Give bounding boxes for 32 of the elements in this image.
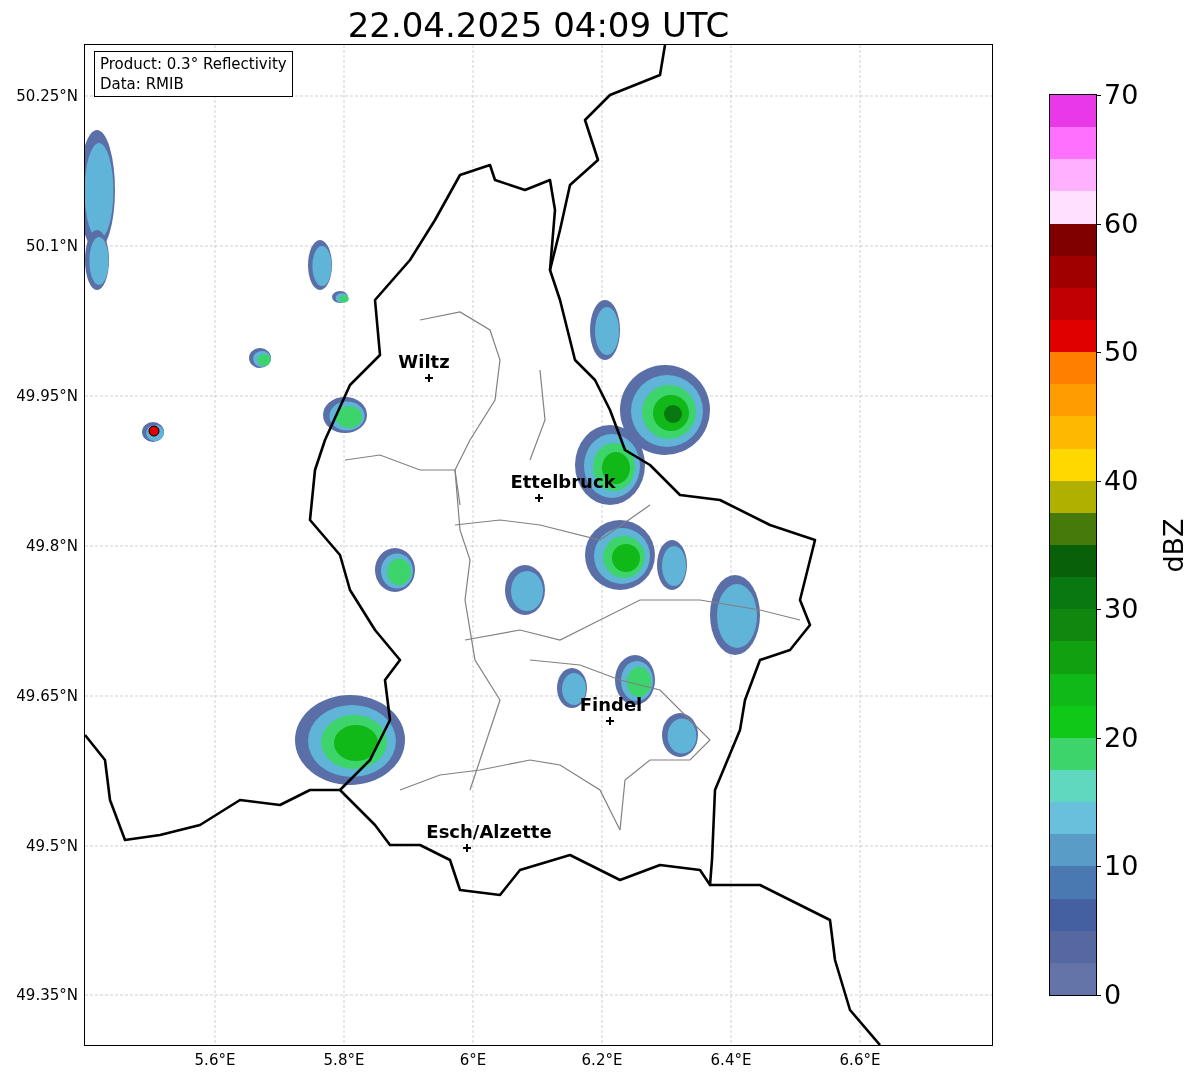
axis-label: 60 [1104, 208, 1139, 239]
axis-label: 50 [1104, 337, 1139, 368]
axis-label: 6.4°E [710, 1051, 752, 1069]
axis-label: 49.8°N [25, 537, 78, 555]
city-marker-icon [463, 844, 471, 852]
axis-title: dBZ [1157, 517, 1184, 573]
axis-label: 6.6°E [839, 1051, 881, 1069]
axis-label: 50.1°N [25, 237, 78, 255]
info-text: Product: 0.3° Reflectivity [100, 54, 287, 74]
axis-label: 6°E [459, 1051, 487, 1069]
axis-label: 6.2°E [581, 1051, 623, 1069]
axis-label: 70 [1104, 80, 1139, 110]
chart-title: 22.04.2025 04:09 UTC [346, 4, 731, 45]
axis-label: 5.8°E [323, 1051, 365, 1069]
city-marker-icon [535, 494, 543, 502]
axis-label: 30 [1104, 594, 1139, 625]
axis-label: 40 [1104, 465, 1139, 496]
info-text: Data: RMIB [100, 74, 185, 94]
axis-label: 49.5°N [25, 837, 78, 855]
city-marker-icon [606, 717, 614, 725]
city-label: Findel [579, 694, 643, 716]
city-marker-icon [425, 374, 433, 382]
axis-label: 5.6°E [194, 1051, 236, 1069]
axis-label: 49.95°N [16, 387, 78, 405]
city-label: Esch/Alzette [426, 821, 552, 843]
axis-label: 49.65°N [16, 687, 78, 705]
axis-label: 50.25°N [16, 87, 78, 105]
axis-label: 0 [1104, 980, 1122, 1010]
axis-label: 20 [1104, 722, 1139, 753]
city-label: Wiltz [398, 351, 450, 373]
axis-label: 10 [1104, 851, 1139, 882]
axis-label: 49.35°N [16, 986, 78, 1004]
